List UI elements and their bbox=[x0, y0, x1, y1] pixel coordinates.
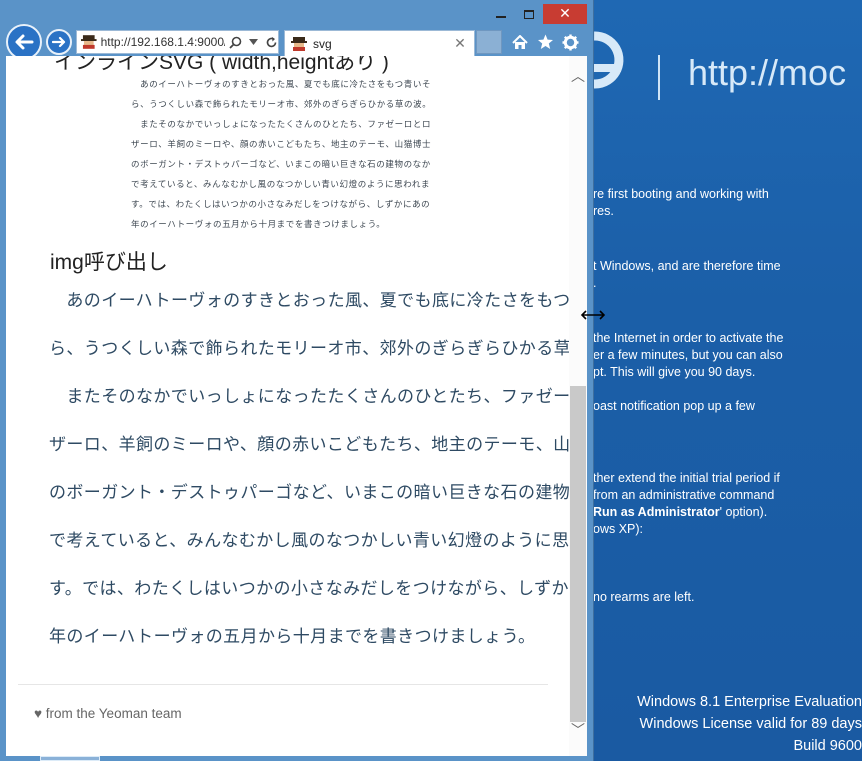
img-text-line: ザーロ、羊飼のミーロや、顔の赤いこどもたち、地主のテーモ、山猫博士 bbox=[49, 435, 587, 455]
info-line: pt. This will give you 90 days. bbox=[593, 365, 756, 379]
watermark-license: Windows License valid for 89 days bbox=[639, 716, 862, 732]
background-url-text: http://moc bbox=[688, 52, 847, 93]
yeoman-favicon-icon bbox=[291, 36, 307, 51]
watermark-build: Build 9600 bbox=[793, 738, 862, 754]
info-line: ows XP): bbox=[593, 522, 644, 536]
page-content: インラインSVG ( width,heightあり ) あのイーハトーヴォのすき… bbox=[6, 56, 587, 756]
info-line: ther extend the initial trial period if bbox=[593, 471, 780, 485]
svg-text-line: またそのなかでいっしょになったたくさんのひとたち、ファゼーロとロ bbox=[131, 120, 432, 130]
img-text-line: 年のイーハトーヴォの五月から十月までを書きつけましょう。 bbox=[49, 627, 536, 647]
info-line: Run as Administrator' option). bbox=[593, 505, 767, 519]
svg-text-line: ザーロ、羊飼のミーロや、顔の赤いこどもたち、地主のテーモ、山猫博士 bbox=[131, 140, 432, 150]
refresh-icon[interactable] bbox=[264, 35, 278, 49]
tab-close-button[interactable]: ✕ bbox=[452, 36, 468, 52]
forward-arrow-icon bbox=[52, 36, 66, 48]
img-text-line: のボーガント・デストゥパーゴなど、いまこの暗い巨きな石の建物のなか bbox=[49, 483, 587, 503]
resize-cursor-icon bbox=[580, 310, 606, 320]
info-line: re first booting and working with bbox=[593, 187, 769, 201]
img-text-line: で考えていると、みんなむかし風のなつかしい青い幻燈のように思われま bbox=[49, 531, 587, 551]
star-icon[interactable] bbox=[535, 32, 555, 52]
info-line: t Windows, and are therefore time bbox=[593, 259, 781, 273]
home-icon[interactable] bbox=[510, 32, 530, 52]
back-arrow-icon bbox=[15, 34, 34, 50]
scrollbar-thumb[interactable] bbox=[570, 386, 586, 722]
taskbar-thumbnail bbox=[40, 756, 100, 761]
maximize-icon bbox=[524, 9, 534, 19]
section-heading-inline-svg: インラインSVG ( width,heightあり ) bbox=[54, 56, 389, 74]
maximize-button[interactable] bbox=[516, 4, 542, 24]
vertical-scrollbar[interactable]: ︿ ﹀ bbox=[569, 56, 587, 756]
info-line-text: ' option). bbox=[719, 505, 768, 519]
info-line: er a few minutes, but you can also bbox=[593, 348, 783, 362]
logo-divider bbox=[658, 55, 660, 100]
chevron-down-icon[interactable] bbox=[247, 35, 261, 49]
img-text-line: あのイーハトーヴォのすきとおった風、夏でも底に冷たさをもつ青いそ bbox=[49, 291, 587, 311]
scroll-down-arrow-icon[interactable]: ﹀ bbox=[571, 724, 585, 738]
info-line: oast notification pop up a few bbox=[593, 399, 755, 413]
watermark-edition: Windows 8.1 Enterprise Evaluation bbox=[637, 694, 862, 710]
img-text-line: ら、うつくしい森で飾られたモリーオ市、郊外のぎらぎらひかる草の波。 bbox=[49, 339, 587, 359]
yeoman-favicon-icon bbox=[81, 35, 97, 49]
svg-text-line: あのイーハトーヴォのすきとおった風、夏でも底に冷たさをもつ青いそ bbox=[131, 80, 432, 90]
minimize-button[interactable] bbox=[488, 4, 514, 24]
svg-text-line: す。では、わたくしはいつかの小さなみだしをつけながら、しずかにあの bbox=[131, 200, 431, 210]
gear-icon[interactable] bbox=[560, 32, 580, 52]
footer-credit: ♥ from the Yeoman team bbox=[34, 706, 182, 721]
search-icon[interactable] bbox=[229, 35, 243, 49]
info-line: the Internet in order to activate the bbox=[593, 331, 784, 345]
back-button[interactable] bbox=[6, 24, 42, 60]
svg-text-line: ら、うつくしい森で飾られたモリーオ市、郊外のぎらぎらひかる草の波。 bbox=[131, 100, 432, 110]
forward-button[interactable] bbox=[46, 29, 72, 55]
bold-phrase: Run as Administrator bbox=[593, 505, 720, 519]
navigation-bar: http://192.168.1.4:9000/ svg ✕ bbox=[0, 24, 594, 60]
address-bar[interactable]: http://192.168.1.4:9000/ bbox=[76, 30, 279, 54]
img-text-line: またそのなかでいっしょになったたくさんのひとたち、ファゼーロとロ bbox=[49, 387, 587, 407]
tab-label: svg bbox=[313, 36, 332, 51]
address-input[interactable]: http://192.168.1.4:9000/ bbox=[101, 35, 226, 49]
new-tab-button[interactable] bbox=[476, 30, 502, 54]
info-line: res. bbox=[593, 204, 614, 218]
close-button[interactable]: ✕ bbox=[543, 4, 587, 24]
img-text-line: す。では、わたくしはいつかの小さなみだしをつけながら、しずかにあの bbox=[49, 579, 587, 599]
tab-svg[interactable]: svg ✕ bbox=[284, 30, 475, 56]
title-bar[interactable]: ✕ bbox=[0, 0, 594, 28]
section-heading-img: img呼び出し bbox=[50, 251, 168, 274]
minimize-icon bbox=[496, 16, 506, 18]
svg-text-line: のボーガント・デストゥパーゴなど、いまこの暗い巨きな石の建物のなか bbox=[131, 160, 431, 170]
info-line: from an administrative command bbox=[593, 488, 775, 502]
scroll-up-arrow-icon[interactable]: ︿ bbox=[571, 70, 585, 84]
browser-window: ✕ http://192.168.1.4:9000/ svg ✕ インラインSV… bbox=[0, 0, 594, 761]
svg-text-line: 年のイーハトーヴォの五月から十月までを書きつけましょう。 bbox=[131, 220, 386, 230]
footer-divider bbox=[18, 684, 548, 685]
info-line: no rearms are left. bbox=[593, 590, 695, 604]
svg-text-line: で考えていると、みんなむかし風のなつかしい青い幻燈のように思われま bbox=[131, 180, 431, 190]
